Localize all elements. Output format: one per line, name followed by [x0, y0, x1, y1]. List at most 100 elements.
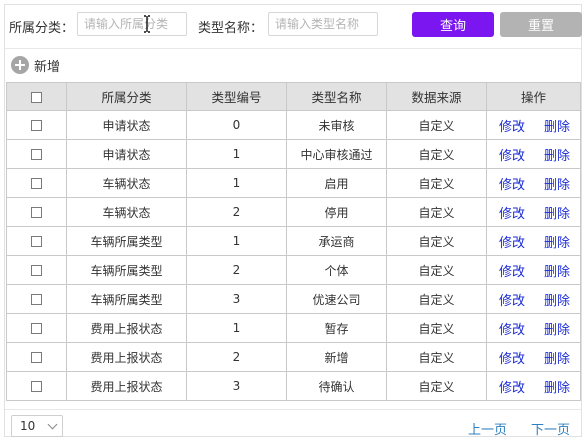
category-cell: 申请状态 — [66, 110, 187, 140]
add-button-label: 新增 — [34, 59, 61, 75]
reset-button[interactable]: 重置 — [500, 12, 582, 37]
row-select-cell — [6, 168, 67, 198]
code-cell: 3 — [186, 284, 287, 314]
category-cell: 申请状态 — [66, 139, 187, 169]
category-cell: 车辆所属类型 — [66, 284, 187, 314]
delete-link[interactable]: 删除 — [544, 261, 570, 280]
actions-cell: 修改 删除 — [486, 168, 581, 198]
page-size-select[interactable]: 10 — [11, 415, 63, 437]
actions-cell: 修改 删除 — [486, 226, 581, 256]
column-header[interactable]: 所属分类 — [66, 82, 187, 111]
select-all-checkbox[interactable] — [31, 92, 42, 103]
delete-link[interactable]: 删除 — [544, 174, 570, 193]
type-name-cell: 个体 — [286, 255, 387, 285]
plus-circle-icon — [11, 56, 29, 74]
edit-link[interactable]: 修改 — [499, 377, 525, 396]
source-cell: 自定义 — [386, 110, 487, 140]
row-select-cell — [6, 342, 67, 372]
actions-cell: 修改 删除 — [486, 371, 581, 401]
type-name-label: 类型名称： — [198, 21, 264, 36]
row-checkbox[interactable] — [31, 178, 42, 189]
delete-link[interactable]: 删除 — [544, 145, 570, 164]
edit-link[interactable]: 修改 — [499, 174, 525, 193]
row-checkbox[interactable] — [31, 265, 42, 276]
delete-link[interactable]: 删除 — [544, 290, 570, 309]
edit-link[interactable]: 修改 — [499, 203, 525, 222]
table-row: 车辆状态 1 启用 自定义 修改 删除 — [6, 168, 581, 198]
category-input[interactable] — [77, 12, 187, 36]
row-select-cell — [6, 139, 67, 169]
edit-link[interactable]: 修改 — [499, 290, 525, 309]
type-name-cell: 暂存 — [286, 313, 387, 343]
row-checkbox[interactable] — [31, 381, 42, 392]
delete-link[interactable]: 删除 — [544, 377, 570, 396]
page-size-value: 10 — [20, 419, 36, 433]
actions-cell: 修改 删除 — [486, 139, 581, 169]
actions-cell: 修改 删除 — [486, 255, 581, 285]
select-all-cell — [6, 82, 67, 111]
source-cell: 自定义 — [386, 197, 487, 227]
category-label: 所属分类： — [9, 21, 75, 36]
table-header-row: 所属分类 类型编号 类型名称 数据来源 操作 — [6, 82, 581, 111]
source-cell: 自定义 — [386, 313, 487, 343]
actions-cell: 修改 删除 — [486, 197, 581, 227]
source-cell: 自定义 — [386, 226, 487, 256]
type-name-input[interactable] — [268, 12, 378, 36]
row-select-cell — [6, 284, 67, 314]
delete-link[interactable]: 删除 — [544, 319, 570, 338]
row-checkbox[interactable] — [31, 352, 42, 363]
next-page-link[interactable]: 下一页 — [531, 419, 570, 438]
edit-link[interactable]: 修改 — [499, 232, 525, 251]
type-name-cell: 启用 — [286, 168, 387, 198]
source-cell: 自定义 — [386, 342, 487, 372]
type-name-cell: 承运商 — [286, 226, 387, 256]
code-cell: 3 — [186, 371, 287, 401]
row-checkbox[interactable] — [31, 149, 42, 160]
code-cell: 1 — [186, 168, 287, 198]
table-row: 申请状态 0 未审核 自定义 修改 删除 — [6, 110, 581, 140]
add-button[interactable]: 新增 — [11, 55, 60, 75]
column-header: 操作 — [486, 82, 581, 111]
type-name-cell: 待确认 — [286, 371, 387, 401]
query-button[interactable]: 查询 — [412, 12, 494, 37]
actions-cell: 修改 删除 — [486, 284, 581, 314]
row-select-cell — [6, 371, 67, 401]
chevron-down-icon — [47, 419, 58, 430]
row-checkbox[interactable] — [31, 323, 42, 334]
type-name-cell: 中心审核通过 — [286, 139, 387, 169]
delete-link[interactable]: 删除 — [544, 232, 570, 251]
dictionary-panel: 所属分类： 类型名称： 查询 重置 新增 所属分类 类型编号 类型名称 数据来源 — [4, 4, 582, 438]
delete-link[interactable]: 删除 — [544, 348, 570, 367]
prev-page-link[interactable]: 上一页 — [468, 419, 507, 438]
code-cell: 1 — [186, 313, 287, 343]
type-name-cell: 优速公司 — [286, 284, 387, 314]
row-checkbox[interactable] — [31, 207, 42, 218]
source-cell: 自定义 — [386, 284, 487, 314]
edit-link[interactable]: 修改 — [499, 261, 525, 280]
row-checkbox[interactable] — [31, 236, 42, 247]
table-body: 申请状态 0 未审核 自定义 修改 删除 申请状态 1 中心审核通过 自定义 修改 删除 车辆状态 1 启用… — [6, 110, 581, 401]
edit-link[interactable]: 修改 — [499, 145, 525, 164]
toolbar: 新增 — [5, 49, 581, 81]
row-checkbox[interactable] — [31, 120, 42, 131]
category-cell: 车辆所属类型 — [66, 226, 187, 256]
delete-link[interactable]: 删除 — [544, 116, 570, 135]
edit-link[interactable]: 修改 — [499, 319, 525, 338]
edit-link[interactable]: 修改 — [499, 348, 525, 367]
edit-link[interactable]: 修改 — [499, 116, 525, 135]
column-header[interactable]: 类型编号 — [186, 82, 287, 111]
source-cell: 自定义 — [386, 168, 487, 198]
type-name-cell: 未审核 — [286, 110, 387, 140]
row-checkbox[interactable] — [31, 294, 42, 305]
row-select-cell — [6, 255, 67, 285]
column-header[interactable]: 类型名称 — [286, 82, 387, 111]
source-cell: 自定义 — [386, 371, 487, 401]
column-header[interactable]: 数据来源 — [386, 82, 487, 111]
category-cell: 费用上报状态 — [66, 342, 187, 372]
actions-cell: 修改 删除 — [486, 313, 581, 343]
code-cell: 2 — [186, 197, 287, 227]
delete-link[interactable]: 删除 — [544, 203, 570, 222]
code-cell: 1 — [186, 226, 287, 256]
code-cell: 0 — [186, 110, 287, 140]
category-cell: 费用上报状态 — [66, 313, 187, 343]
